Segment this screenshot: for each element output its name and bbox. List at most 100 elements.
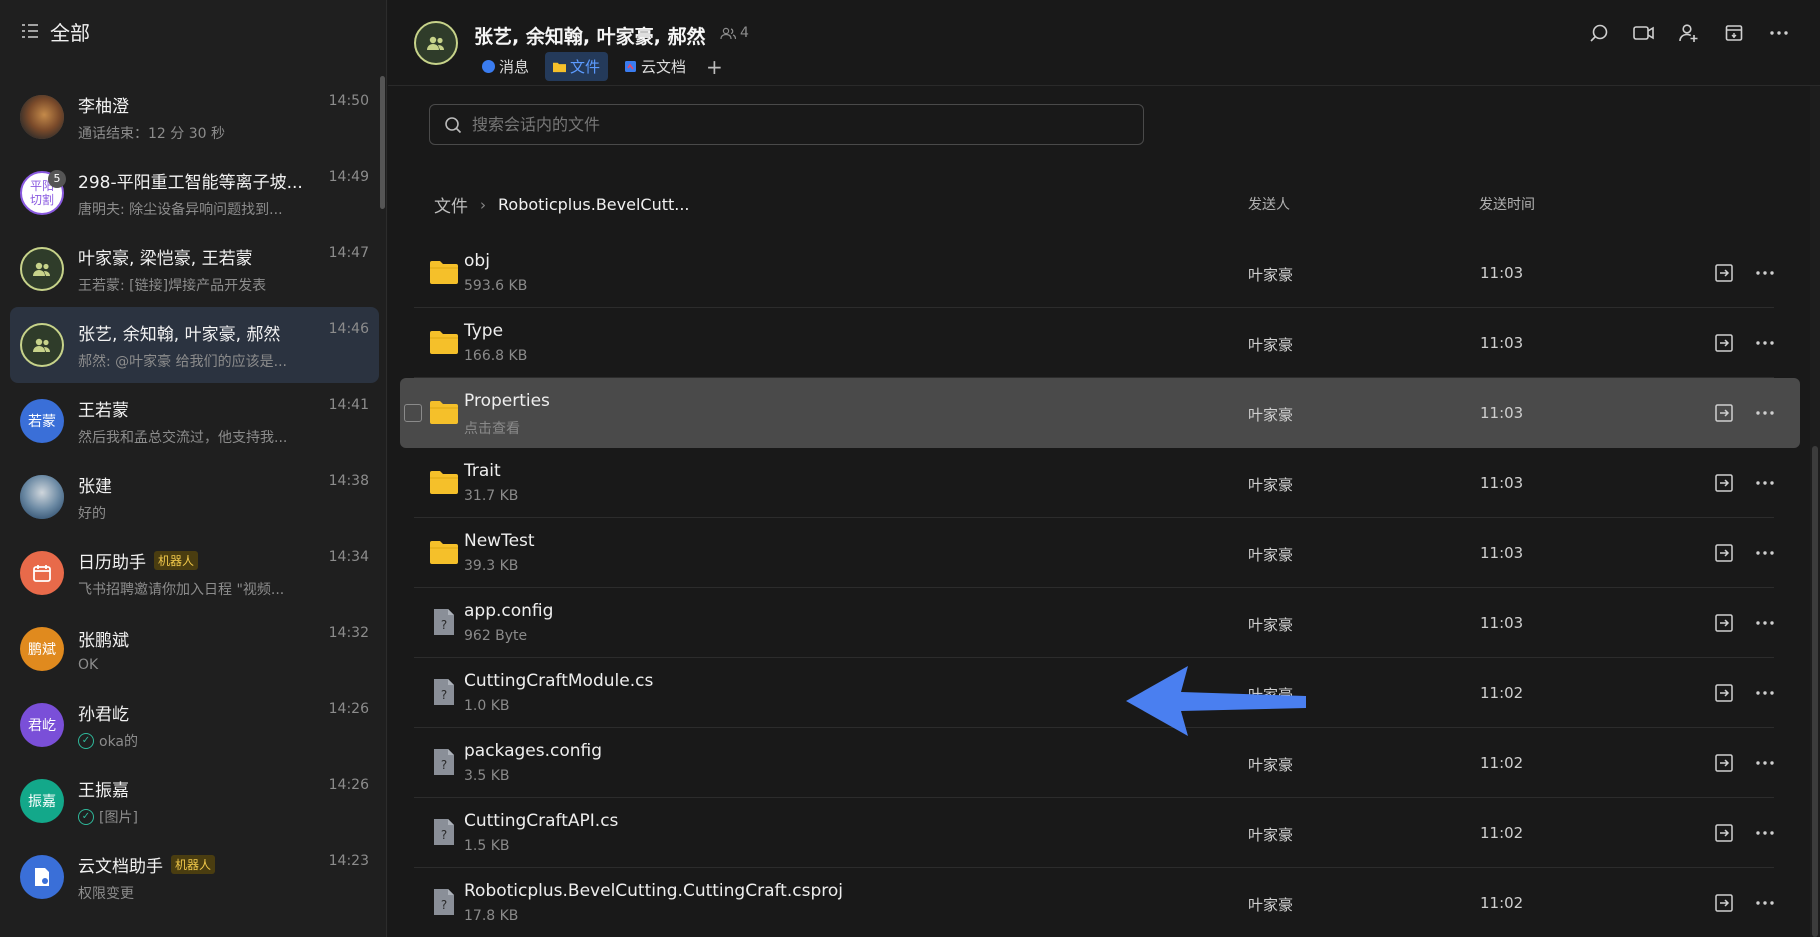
file-name[interactable]: Trait: [464, 461, 501, 481]
video-call-icon[interactable]: [1633, 22, 1655, 44]
chat-item[interactable]: 振嘉 王振嘉 ✓ [图片] 14:26: [10, 763, 379, 839]
tab-docs[interactable]: 云文档: [616, 52, 694, 81]
more-icon[interactable]: [1754, 613, 1776, 633]
chat-item[interactable]: 张建 好的 14:38: [10, 459, 379, 535]
file-search-box[interactable]: [429, 104, 1144, 145]
main-scrollbar[interactable]: [1812, 446, 1818, 937]
sidebar-header[interactable]: 全部: [0, 0, 386, 62]
tab-messages-label: 消息: [499, 58, 530, 76]
filter-list-icon[interactable]: [20, 21, 40, 41]
more-icon[interactable]: [1754, 473, 1776, 493]
avatar-text: 振嘉: [28, 794, 56, 810]
file-name[interactable]: CuttingCraftAPI.cs: [464, 811, 618, 831]
chat-preview-text: 权限变更: [78, 885, 134, 902]
file-search-input[interactable]: [472, 115, 1112, 134]
add-member-icon[interactable]: [1678, 22, 1700, 44]
chat-title[interactable]: 张艺, 余知翰, 叶家豪, 郝然: [474, 22, 706, 49]
open-in-chat-icon[interactable]: [1714, 403, 1734, 423]
file-row[interactable]: NewTest 39.3 KB 叶家豪 11:03: [414, 518, 1774, 588]
chat-item[interactable]: 云文档助手 机器人 权限变更 14:23: [10, 839, 379, 915]
open-in-chat-icon[interactable]: [1714, 333, 1734, 353]
file-name[interactable]: Properties: [464, 391, 550, 411]
column-sender-header[interactable]: 发送人: [1248, 194, 1290, 214]
file-row[interactable]: obj 593.6 KB 叶家豪 11:03: [414, 238, 1774, 308]
read-check-icon: ✓: [78, 732, 94, 749]
more-icon[interactable]: [1754, 893, 1776, 913]
chat-item[interactable]: 日历助手 机器人 飞书招聘邀请你加入日程 "视频... 14:34: [10, 535, 379, 611]
chat-item[interactable]: 平阳切割 5 298-平阳重工智能等离子坡... 唐明夫: 除尘设备异响问题找到...…: [10, 155, 379, 231]
breadcrumb-root[interactable]: 文件: [434, 192, 468, 217]
chat-name-text: 张艺, 余知翰, 叶家豪, 郝然: [78, 324, 281, 345]
file-time: 11:03: [1480, 264, 1524, 282]
chat-name-text: 298-平阳重工智能等离子坡...: [78, 172, 303, 193]
more-icon[interactable]: [1754, 753, 1776, 773]
chat-item[interactable]: 若蒙 王若蒙 然后我和孟总交流过，他支持我... 14:41: [10, 383, 379, 459]
open-in-chat-icon[interactable]: [1714, 543, 1734, 563]
sidebar-scrollbar[interactable]: [380, 76, 385, 209]
unknown-file-icon: ?: [430, 749, 458, 776]
group-avatar[interactable]: [414, 21, 458, 65]
column-time-header[interactable]: 发送时间: [1479, 194, 1535, 214]
chat-name: 叶家豪, 梁恺豪, 王若蒙: [78, 244, 348, 269]
avatar: [20, 475, 64, 519]
file-name[interactable]: packages.config: [464, 741, 602, 761]
file-name[interactable]: Roboticplus.BevelCutting.CuttingCraft.cs…: [464, 881, 843, 901]
more-icon[interactable]: [1754, 823, 1776, 843]
file-name[interactable]: Type: [464, 321, 503, 341]
more-icon[interactable]: [1754, 683, 1776, 703]
file-name[interactable]: obj: [464, 251, 490, 271]
chat-time: 14:47: [328, 245, 369, 261]
chat-item[interactable]: 君屹 孙君屹 ✓ oka的 14:26: [10, 687, 379, 763]
more-icon[interactable]: [1754, 543, 1776, 563]
chat-name: 孙君屹: [78, 700, 348, 725]
file-name[interactable]: NewTest: [464, 531, 535, 551]
open-in-chat-icon[interactable]: [1714, 823, 1734, 843]
more-icon[interactable]: [1754, 403, 1776, 423]
more-icon[interactable]: [1754, 333, 1776, 353]
file-row[interactable]: ? packages.config 3.5 KB 叶家豪 11:02: [414, 728, 1774, 798]
chat-item[interactable]: 鹏斌 张鹏斌 OK 14:32: [10, 611, 379, 687]
open-in-chat-icon[interactable]: [1714, 683, 1734, 703]
more-icon[interactable]: [1768, 22, 1790, 44]
file-row[interactable]: ?CuttingCraftModule.cs1.0 KB叶家豪11:02: [414, 658, 1774, 728]
more-icon[interactable]: [1754, 263, 1776, 283]
chat-preview-text: 通话结束：12 分 30 秒: [78, 125, 225, 142]
file-time: 11:02: [1480, 754, 1524, 772]
file-select-checkbox[interactable]: [404, 404, 422, 422]
file-row[interactable]: Type 166.8 KB 叶家豪 11:03: [414, 308, 1774, 378]
search-icon[interactable]: [1588, 22, 1610, 44]
open-in-chat-icon[interactable]: [1714, 473, 1734, 493]
add-tab-icon[interactable]: +: [706, 55, 723, 79]
file-row[interactable]: ? Roboticplus.BevelCutting.CuttingCraft.c…: [414, 868, 1774, 937]
file-name[interactable]: CuttingCraftModule.cs: [464, 671, 653, 691]
avatar: 振嘉: [20, 779, 64, 823]
pin-icon[interactable]: [1723, 22, 1745, 44]
file-row[interactable]: Properties 点击查看 叶家豪 11:03: [400, 378, 1800, 448]
chat-preview: 王若蒙: [链接]焊接产品开发表: [78, 275, 348, 295]
file-row[interactable]: Trait 31.7 KB 叶家豪 11:03: [414, 448, 1774, 518]
chat-preview: OK: [78, 657, 348, 673]
file-row[interactable]: ? CuttingCraftAPI.cs 1.5 KB 叶家豪 11:02: [414, 798, 1774, 868]
open-in-chat-icon[interactable]: [1714, 893, 1734, 913]
file-row[interactable]: ? app.config 962 Byte 叶家豪 11:03: [414, 588, 1774, 658]
chat-item[interactable]: 李柚澄 通话结束：12 分 30 秒 14:50: [10, 79, 379, 155]
chat-item[interactable]: 叶家豪, 梁恺豪, 王若蒙王若蒙: [链接]焊接产品开发表 14:47: [10, 231, 379, 307]
chat-time: 14:49: [328, 169, 369, 185]
chat-preview: 好的: [78, 503, 348, 523]
file-name[interactable]: app.config: [464, 601, 553, 621]
folder-icon: [430, 470, 458, 496]
chat-name: 王若蒙: [78, 396, 348, 421]
chat-preview-text: [图片]: [99, 809, 138, 826]
chat-time: 14:32: [328, 625, 369, 641]
open-in-chat-icon[interactable]: [1714, 613, 1734, 633]
tab-messages[interactable]: 消息: [474, 52, 537, 81]
chat-item[interactable]: 张艺, 余知翰, 叶家豪, 郝然 郝然: @叶家豪 给我们的应该是... 14:46: [10, 307, 379, 383]
file-size[interactable]: 点击查看: [464, 418, 520, 438]
chat-preview: 通话结束：12 分 30 秒: [78, 123, 348, 143]
chat-header: 张艺, 余知翰, 叶家豪, 郝然 4 消息 文件 云文档 +: [388, 0, 1820, 86]
tab-files[interactable]: 文件: [545, 52, 609, 81]
chat-name: 王振嘉: [78, 776, 348, 801]
member-count[interactable]: 4: [720, 25, 749, 41]
open-in-chat-icon[interactable]: [1714, 263, 1734, 283]
open-in-chat-icon[interactable]: [1714, 753, 1734, 773]
